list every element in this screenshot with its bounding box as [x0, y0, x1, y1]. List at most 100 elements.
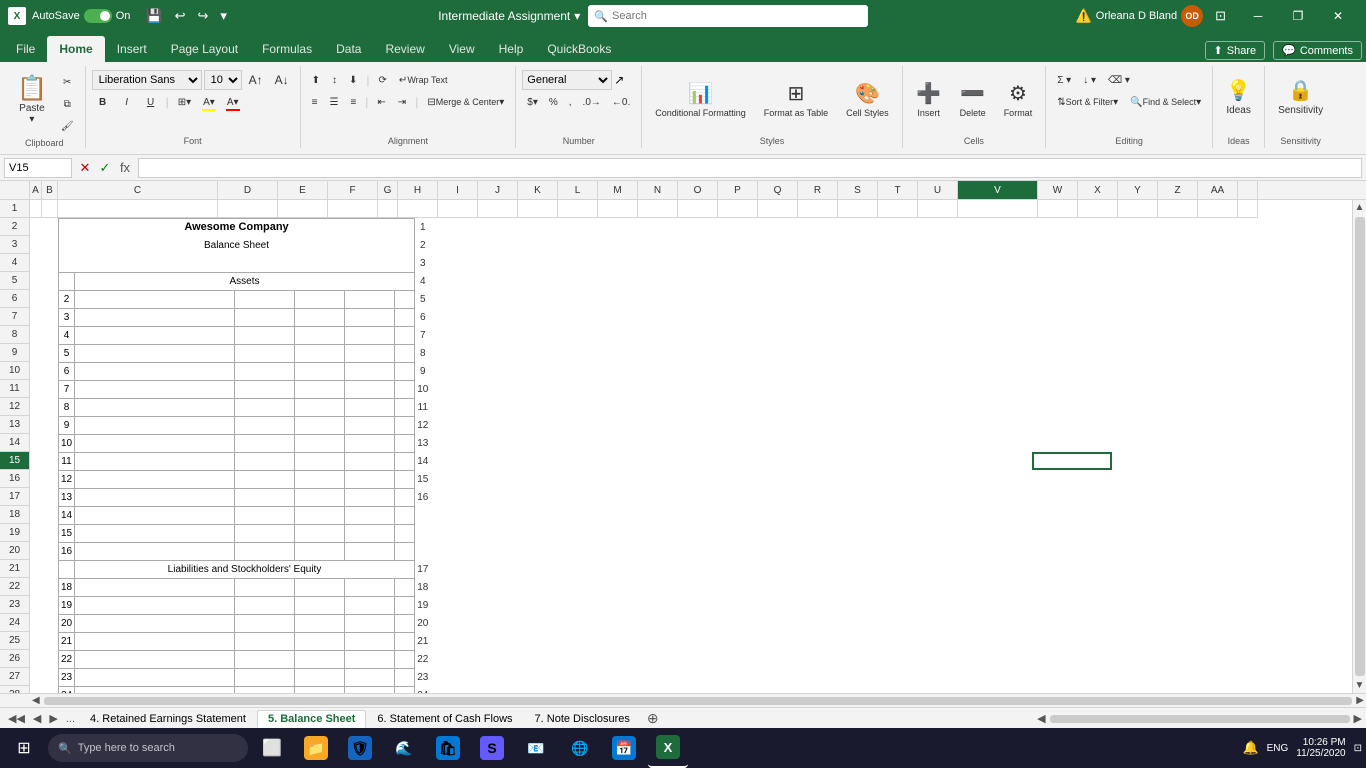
cell-d22[interactable]	[235, 578, 295, 596]
cell-o1[interactable]	[678, 200, 718, 218]
increase-decimal-button[interactable]: .0→	[578, 92, 606, 112]
col-header-n[interactable]: N	[638, 181, 678, 199]
cell-d15[interactable]	[235, 452, 295, 470]
cell-f25[interactable]	[345, 632, 395, 650]
cell-b15[interactable]: 11	[59, 452, 75, 470]
taskbar-app-edge[interactable]: 🌊	[384, 728, 424, 768]
cell-g7[interactable]	[395, 308, 415, 326]
cell-x1[interactable]	[1078, 200, 1118, 218]
cell-g25[interactable]	[395, 632, 415, 650]
paste-button[interactable]: 📋 Paste ▾	[10, 70, 54, 128]
row-num-5[interactable]: 5	[0, 272, 29, 290]
bold-button[interactable]: B	[92, 92, 114, 112]
cell-b8[interactable]: 4	[59, 326, 75, 344]
col-header-g[interactable]: G	[378, 181, 398, 199]
underline-button[interactable]: U	[140, 92, 162, 112]
cell-b19[interactable]: 15	[59, 524, 75, 542]
col-header-z[interactable]: Z	[1158, 181, 1198, 199]
taskbar-app-file-explorer[interactable]: 📁	[296, 728, 336, 768]
cell-d12[interactable]	[235, 398, 295, 416]
cell-d17[interactable]	[235, 488, 295, 506]
cell-f24[interactable]	[345, 614, 395, 632]
cell-y1[interactable]	[1118, 200, 1158, 218]
cell-c27[interactable]	[75, 668, 235, 686]
indent-increase-button[interactable]: ⇥	[393, 92, 411, 112]
cell-f18[interactable]	[345, 506, 395, 524]
cell-f16[interactable]	[345, 470, 395, 488]
undo-icon[interactable]: ↩	[171, 6, 190, 26]
col-header-f[interactable]: F	[328, 181, 378, 199]
cell-e25[interactable]	[295, 632, 345, 650]
cell-f19[interactable]	[345, 524, 395, 542]
cell-g11[interactable]	[395, 380, 415, 398]
cell-ab1[interactable]	[1238, 200, 1258, 218]
cell-g18[interactable]	[395, 506, 415, 524]
scroll-up-button[interactable]: ▲	[1353, 200, 1366, 215]
cell-b25[interactable]: 21	[59, 632, 75, 650]
cell-d24[interactable]	[235, 614, 295, 632]
cell-i1[interactable]	[438, 200, 478, 218]
copy-button[interactable]: ⧉	[56, 94, 79, 114]
cell-d20[interactable]	[235, 542, 295, 560]
cell-g15[interactable]	[395, 452, 415, 470]
cell-b1[interactable]	[42, 200, 58, 218]
cell-e18[interactable]	[295, 506, 345, 524]
fill-button[interactable]: ↓ ▾	[1078, 70, 1101, 90]
cell-b16[interactable]: 12	[59, 470, 75, 488]
row-num-11[interactable]: 11	[0, 380, 29, 398]
row-num-25[interactable]: 25	[0, 632, 29, 650]
confirm-formula-button[interactable]: ✓	[96, 159, 114, 177]
liabilities-label-cell[interactable]: Liabilities and Stockholders' Equity	[75, 560, 415, 578]
cell-e14[interactable]	[295, 434, 345, 452]
align-right-button[interactable]: ≡	[345, 92, 361, 112]
cell-c10[interactable]	[75, 362, 235, 380]
cell-q1[interactable]	[758, 200, 798, 218]
col-header-j[interactable]: J	[478, 181, 518, 199]
col-header-y[interactable]: Y	[1118, 181, 1158, 199]
taskbar-app-chrome[interactable]: 🌐	[560, 728, 600, 768]
cell-f13[interactable]	[345, 416, 395, 434]
cell-d25[interactable]	[235, 632, 295, 650]
cell-b5[interactable]	[59, 272, 75, 290]
restore-button[interactable]: ❐	[1278, 0, 1318, 32]
cell-e11[interactable]	[295, 380, 345, 398]
cell-b12[interactable]: 8	[59, 398, 75, 416]
autosum-button[interactable]: Σ ▾	[1052, 70, 1076, 90]
cell-c23[interactable]	[75, 596, 235, 614]
cell-e24[interactable]	[295, 614, 345, 632]
col-header-r[interactable]: R	[798, 181, 838, 199]
scroll-right-button[interactable]: ▶	[1354, 695, 1366, 706]
cell-e8[interactable]	[295, 326, 345, 344]
cell-c15[interactable]	[75, 452, 235, 470]
format-as-table-button[interactable]: ⊞ Format as Table	[757, 70, 835, 128]
tab-review[interactable]: Review	[373, 36, 436, 62]
taskbar-app-excel[interactable]: X	[648, 728, 688, 768]
cell-c12[interactable]	[75, 398, 235, 416]
cell-g16[interactable]	[395, 470, 415, 488]
share-button[interactable]: ⬆ Share	[1205, 41, 1266, 60]
row-num-24[interactable]: 24	[0, 614, 29, 632]
row-num-13[interactable]: 13	[0, 416, 29, 434]
sheet-tab-nav-left[interactable]: ◀	[29, 712, 45, 725]
sheet-tab-note-disclosures[interactable]: 7. Note Disclosures	[524, 710, 641, 728]
sheet-tab-nav-right[interactable]: ▶	[45, 712, 61, 725]
add-sheet-button[interactable]: ⊕	[641, 710, 665, 727]
cell-k1[interactable]	[518, 200, 558, 218]
row-num-17[interactable]: 17	[0, 488, 29, 506]
col-header-t[interactable]: T	[878, 181, 918, 199]
col-header-u[interactable]: U	[918, 181, 958, 199]
conditional-formatting-button[interactable]: 📊 Conditional Formatting	[648, 70, 753, 128]
cell-d18[interactable]	[235, 506, 295, 524]
sheet-tab-cash-flows[interactable]: 6. Statement of Cash Flows	[366, 710, 523, 728]
cell-styles-button[interactable]: 🎨 Cell Styles	[839, 70, 896, 128]
cell-f10[interactable]	[345, 362, 395, 380]
cut-button[interactable]: ✂	[56, 72, 79, 92]
sensitivity-button[interactable]: 🔒 Sensitivity	[1271, 68, 1330, 126]
cell-b23[interactable]: 19	[59, 596, 75, 614]
scroll-thumb-h[interactable]	[44, 697, 1353, 705]
cell-f9[interactable]	[345, 344, 395, 362]
cell-c25[interactable]	[75, 632, 235, 650]
cell-b20[interactable]: 16	[59, 542, 75, 560]
row-num-16[interactable]: 16	[0, 470, 29, 488]
taskbar-notification-icon[interactable]: 🔔	[1242, 740, 1258, 756]
